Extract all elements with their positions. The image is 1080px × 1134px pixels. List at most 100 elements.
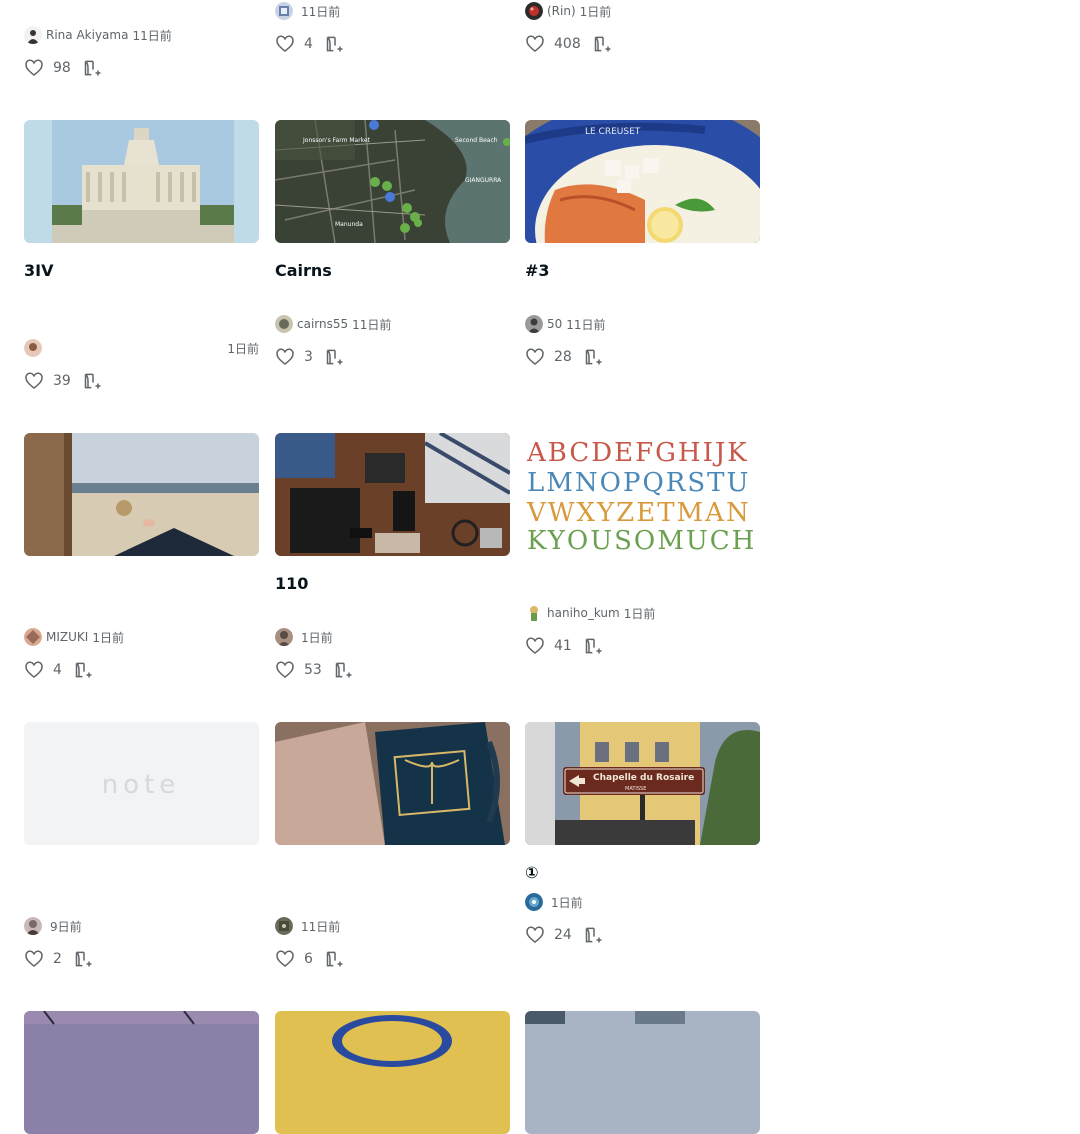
post-age: 11日前: [301, 4, 341, 19]
svg-text:LMNOPQRSTU: LMNOPQRSTU: [527, 468, 750, 498]
article-title[interactable]: [525, 572, 760, 596]
author-avatar[interactable]: [24, 917, 42, 935]
author-avatar[interactable]: [24, 628, 42, 646]
article-author[interactable]: MIZUKI 1日前: [24, 628, 259, 646]
author-name[interactable]: 50: [547, 317, 562, 331]
card-actions: 53: [275, 658, 354, 682]
save-to-magazine-button[interactable]: [584, 925, 604, 945]
like-count: 41: [554, 638, 572, 654]
save-to-magazine-button[interactable]: [83, 58, 103, 78]
like-button[interactable]: 41: [525, 636, 572, 656]
article-thumbnail[interactable]: Jonsson's Farm Market Second Beach Manun…: [275, 120, 510, 243]
map-label: Jonsson's Farm Market: [302, 137, 371, 144]
article-author[interactable]: 11日前: [275, 917, 510, 935]
save-to-magazine-button[interactable]: [325, 34, 345, 54]
author-avatar[interactable]: [525, 2, 543, 20]
article-author[interactable]: 11日前: [275, 2, 510, 20]
like-button[interactable]: 98: [24, 58, 71, 78]
like-button[interactable]: 6: [275, 949, 313, 969]
author-avatar[interactable]: [275, 2, 293, 20]
like-button[interactable]: 4: [275, 34, 313, 54]
article-author[interactable]: 9日前: [24, 917, 259, 935]
save-to-magazine-button[interactable]: [584, 347, 604, 367]
article-title[interactable]: [24, 861, 259, 909]
post-age: 1日前: [551, 895, 583, 910]
author-avatar[interactable]: [275, 628, 293, 646]
article-thumbnail[interactable]: [24, 433, 259, 556]
like-button[interactable]: 24: [525, 925, 572, 945]
article-thumbnail[interactable]: [525, 1011, 760, 1134]
article-author[interactable]: Rina Akiyama 11日前: [24, 26, 259, 44]
article-title[interactable]: 110: [275, 572, 510, 620]
packing-items-image: [275, 433, 510, 556]
author-name[interactable]: haniho_kum: [547, 606, 620, 620]
article-title[interactable]: [24, 0, 259, 19]
author-avatar[interactable]: [525, 604, 543, 622]
article-title[interactable]: 3IV: [24, 259, 259, 331]
author-avatar[interactable]: [525, 315, 543, 333]
like-count: 3: [304, 349, 313, 365]
article-author[interactable]: 1日前: [275, 628, 510, 646]
like-button[interactable]: 4: [24, 660, 62, 680]
heart-icon: [25, 950, 43, 968]
article-title[interactable]: Cairns: [275, 259, 510, 307]
article-author[interactable]: 1日前: [525, 893, 760, 911]
author-name[interactable]: (Rin): [547, 4, 576, 18]
article-title[interactable]: ①: [525, 861, 760, 885]
card-actions: 41: [525, 634, 604, 658]
save-to-magazine-button[interactable]: [325, 347, 345, 367]
article-author[interactable]: 50 11日前: [525, 315, 760, 333]
author-avatar[interactable]: [275, 315, 293, 333]
author-avatar[interactable]: [24, 26, 42, 44]
article-thumbnail[interactable]: [24, 120, 259, 243]
article-thumbnail[interactable]: [24, 1011, 259, 1134]
article-thumbnail[interactable]: LE CREUSET: [525, 120, 760, 243]
article-title[interactable]: [24, 572, 259, 620]
save-to-magazine-button[interactable]: [83, 371, 103, 391]
save-to-magazine-button[interactable]: [334, 660, 354, 680]
building-sky-image: [525, 1011, 760, 1134]
post-age: 11日前: [301, 919, 341, 934]
article-author[interactable]: 1日前: [24, 339, 259, 357]
author-avatar[interactable]: [24, 339, 42, 357]
article-author[interactable]: (Rin) 1日前: [525, 2, 760, 20]
like-button[interactable]: 28: [525, 347, 572, 367]
author-name[interactable]: Rina Akiyama: [46, 28, 128, 42]
save-to-magazine-button[interactable]: [584, 636, 604, 656]
article-thumbnail[interactable]: [275, 433, 510, 556]
article-thumbnail[interactable]: Chapelle du Rosaire MATISSE: [525, 722, 760, 845]
author-name[interactable]: cairns55: [297, 317, 348, 331]
like-button[interactable]: 39: [24, 371, 71, 391]
like-button[interactable]: 2: [24, 949, 62, 969]
article-thumbnail[interactable]: [275, 722, 510, 845]
article-grid: Rina Akiyama 11日前 98 11日前 4 (Rin) 1日前 40…: [24, 0, 760, 1134]
article-title[interactable]: #3: [525, 259, 760, 307]
emblem-image: [275, 1011, 510, 1134]
article-title[interactable]: [275, 861, 510, 909]
article-thumbnail[interactable]: note: [24, 722, 259, 845]
author-avatar[interactable]: [275, 917, 293, 935]
article-author[interactable]: cairns55 11日前: [275, 315, 510, 333]
svg-text:KYOUSOMUCH: KYOUSOMUCH: [527, 526, 756, 556]
note-logo: note: [102, 770, 181, 800]
article-thumbnail[interactable]: ABCDEFGHIJK LMNOPQRSTU VWXYZETMAN KYOUSO…: [525, 433, 760, 556]
save-to-magazine-button[interactable]: [593, 34, 613, 54]
article-author[interactable]: haniho_kum 1日前: [525, 604, 760, 622]
like-button[interactable]: 3: [275, 347, 313, 367]
article-thumbnail[interactable]: [275, 1011, 510, 1134]
note-placeholder-image: note: [24, 722, 259, 845]
save-to-magazine-button[interactable]: [74, 660, 94, 680]
bookmark-add-icon: [585, 349, 602, 365]
pot-brand-text: LE CREUSET: [585, 127, 641, 137]
author-avatar[interactable]: [525, 893, 543, 911]
heart-icon: [276, 950, 294, 968]
like-count: 408: [554, 36, 581, 52]
like-button[interactable]: 53: [275, 660, 322, 680]
post-age: 11日前: [352, 317, 392, 332]
svg-text:ABCDEFGHIJK: ABCDEFGHIJK: [526, 438, 749, 468]
bookmark-add-icon: [585, 927, 602, 943]
save-to-magazine-button[interactable]: [74, 949, 94, 969]
save-to-magazine-button[interactable]: [325, 949, 345, 969]
author-name[interactable]: MIZUKI: [46, 630, 88, 644]
like-button[interactable]: 408: [525, 34, 581, 54]
